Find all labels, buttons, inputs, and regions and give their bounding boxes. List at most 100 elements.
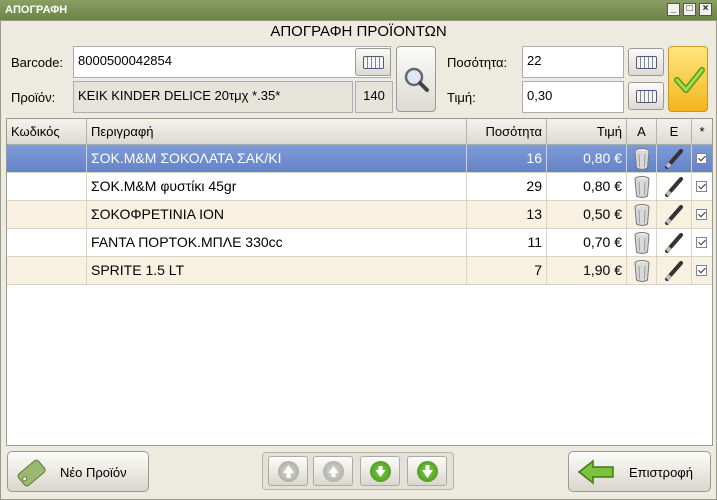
keyboard-icon [363,56,384,69]
row-select-cell [692,173,712,200]
arrow-left-icon [577,459,614,485]
arrow-up-icon [323,461,344,482]
page-title: ΑΠΟΓΡΑΦΗ ΠΡΟΪΟΝΤΩΝ [270,23,447,40]
quantity-label: Ποσότητα: [447,55,508,70]
pen-icon [665,205,683,225]
window-titlebar: ΑΠΟΓΡΑΦΗ _ □ × [0,0,717,20]
close-button[interactable]: × [699,3,712,16]
column-header-edit[interactable]: E [657,119,692,145]
cell-quantity: 13 [467,201,547,228]
table-row[interactable]: ΣΟΚΟΦΡΕΤΙΝΙΑ ΙΟΝ 13 0,50 € [7,201,712,229]
search-icon [404,67,429,92]
cell-price: 1,90 € [547,257,627,284]
product-label: Προϊόν: [11,90,56,105]
cell-quantity: 7 [467,257,547,284]
row-select-cell [692,201,712,228]
barcode-keyboard-button[interactable] [355,48,391,76]
product-count-field: 140 [355,81,393,113]
first-page-button[interactable] [268,456,308,486]
column-header-select[interactable]: * [692,119,712,145]
column-header-description[interactable]: Περιγραφή [87,119,467,145]
trash-bin-icon [634,204,650,226]
cell-price: 0,50 € [547,201,627,228]
price-input[interactable]: 0,30 [522,81,624,113]
row-select-cell [692,257,712,284]
cell-price: 0,80 € [547,145,627,172]
keyboard-icon [636,56,657,69]
edit-row-button[interactable] [657,229,692,256]
cell-description: FANTA ΠΟΡΤΟΚ.ΜΠΛΕ 330cc [87,229,467,256]
window-title: ΑΠΟΓΡΑΦΗ [5,4,68,16]
cell-code [7,257,87,284]
cell-code [7,229,87,256]
delete-row-button[interactable] [627,229,657,256]
cell-price: 0,80 € [547,173,627,200]
cell-quantity: 29 [467,173,547,200]
row-checkbox[interactable] [696,265,707,276]
minimize-button[interactable]: _ [667,3,680,16]
column-header-delete[interactable]: A [627,119,657,145]
product-name-field: ΚΕΙΚ KINDER DELICE 20τμχ *.35* [73,81,353,113]
delete-row-button[interactable] [627,201,657,228]
arrow-down-double-icon [417,461,438,482]
table-row[interactable]: FANTA ΠΟΡΤΟΚ.ΜΠΛΕ 330cc 11 0,70 € [7,229,712,257]
cell-description: SPRITE 1.5 LT [87,257,467,284]
trash-bin-icon [634,260,650,282]
barcode-input[interactable]: 8000500042854 [73,46,391,78]
delete-row-button[interactable] [627,257,657,284]
back-label: Επιστροφή [629,465,693,480]
delete-row-button[interactable] [627,173,657,200]
cell-code [7,201,87,228]
cell-quantity: 16 [467,145,547,172]
arrow-up-double-icon [278,461,299,482]
last-page-button[interactable] [407,456,447,486]
price-keyboard-button[interactable] [628,82,664,110]
pen-icon [665,261,683,281]
delete-row-button[interactable] [627,145,657,172]
edit-row-button[interactable] [657,201,692,228]
pen-icon [665,149,683,169]
table-row[interactable]: SPRITE 1.5 LT 7 1,90 € [7,257,712,285]
back-button[interactable]: Επιστροφή [568,451,711,492]
trash-bin-icon [634,232,650,254]
barcode-label: Barcode: [11,55,64,70]
confirm-button[interactable] [668,46,708,112]
row-checkbox[interactable] [696,209,707,220]
cell-price: 0,70 € [547,229,627,256]
quantity-keyboard-button[interactable] [628,48,664,76]
cell-code [7,173,87,200]
cell-code [7,145,87,172]
table-header: Κωδικός Περιγραφή Ποσότητα Τιμή A E * [7,119,712,145]
edit-row-button[interactable] [657,173,692,200]
maximize-button[interactable]: □ [683,3,696,16]
cell-description: ΣΟΚ.Μ&Μ φυστίκι 45gr [87,173,467,200]
table-row[interactable]: ΣΟΚ.Μ&Μ φυστίκι 45gr 29 0,80 € [7,173,712,201]
edit-row-button[interactable] [657,257,692,284]
quantity-input[interactable]: 22 [522,46,624,78]
row-checkbox[interactable] [696,181,707,192]
pen-icon [665,177,683,197]
cell-description: ΣΟΚ.Μ&Μ ΣΟΚΟΛΑΤΑ ΣΑΚ/ΚΙ [87,145,467,172]
column-header-quantity[interactable]: Ποσότητα [467,119,547,145]
row-select-cell [692,145,712,172]
products-table: Κωδικός Περιγραφή Ποσότητα Τιμή A E * ΣΟ… [6,118,713,446]
column-header-price[interactable]: Τιμή [547,119,627,145]
table-row[interactable]: ΣΟΚ.Μ&Μ ΣΟΚΟΛΑΤΑ ΣΑΚ/ΚΙ 16 0,80 € [7,145,712,173]
tag-icon [17,459,46,487]
arrow-down-icon [370,461,391,482]
price-label: Τιμή: [447,90,476,105]
row-checkbox[interactable] [696,237,707,248]
column-header-code[interactable]: Κωδικός [7,119,87,145]
new-product-button[interactable]: Νέο Προϊόν [7,451,149,492]
edit-row-button[interactable] [657,145,692,172]
pen-icon [665,233,683,253]
row-select-cell [692,229,712,256]
row-checkbox[interactable] [696,153,707,164]
search-button[interactable] [396,46,436,112]
checkmark-icon [674,67,705,93]
page-up-button[interactable] [313,456,353,486]
keyboard-icon [636,90,657,103]
trash-bin-icon [634,176,650,198]
page-down-button[interactable] [360,456,400,486]
new-product-label: Νέο Προϊόν [60,465,127,480]
